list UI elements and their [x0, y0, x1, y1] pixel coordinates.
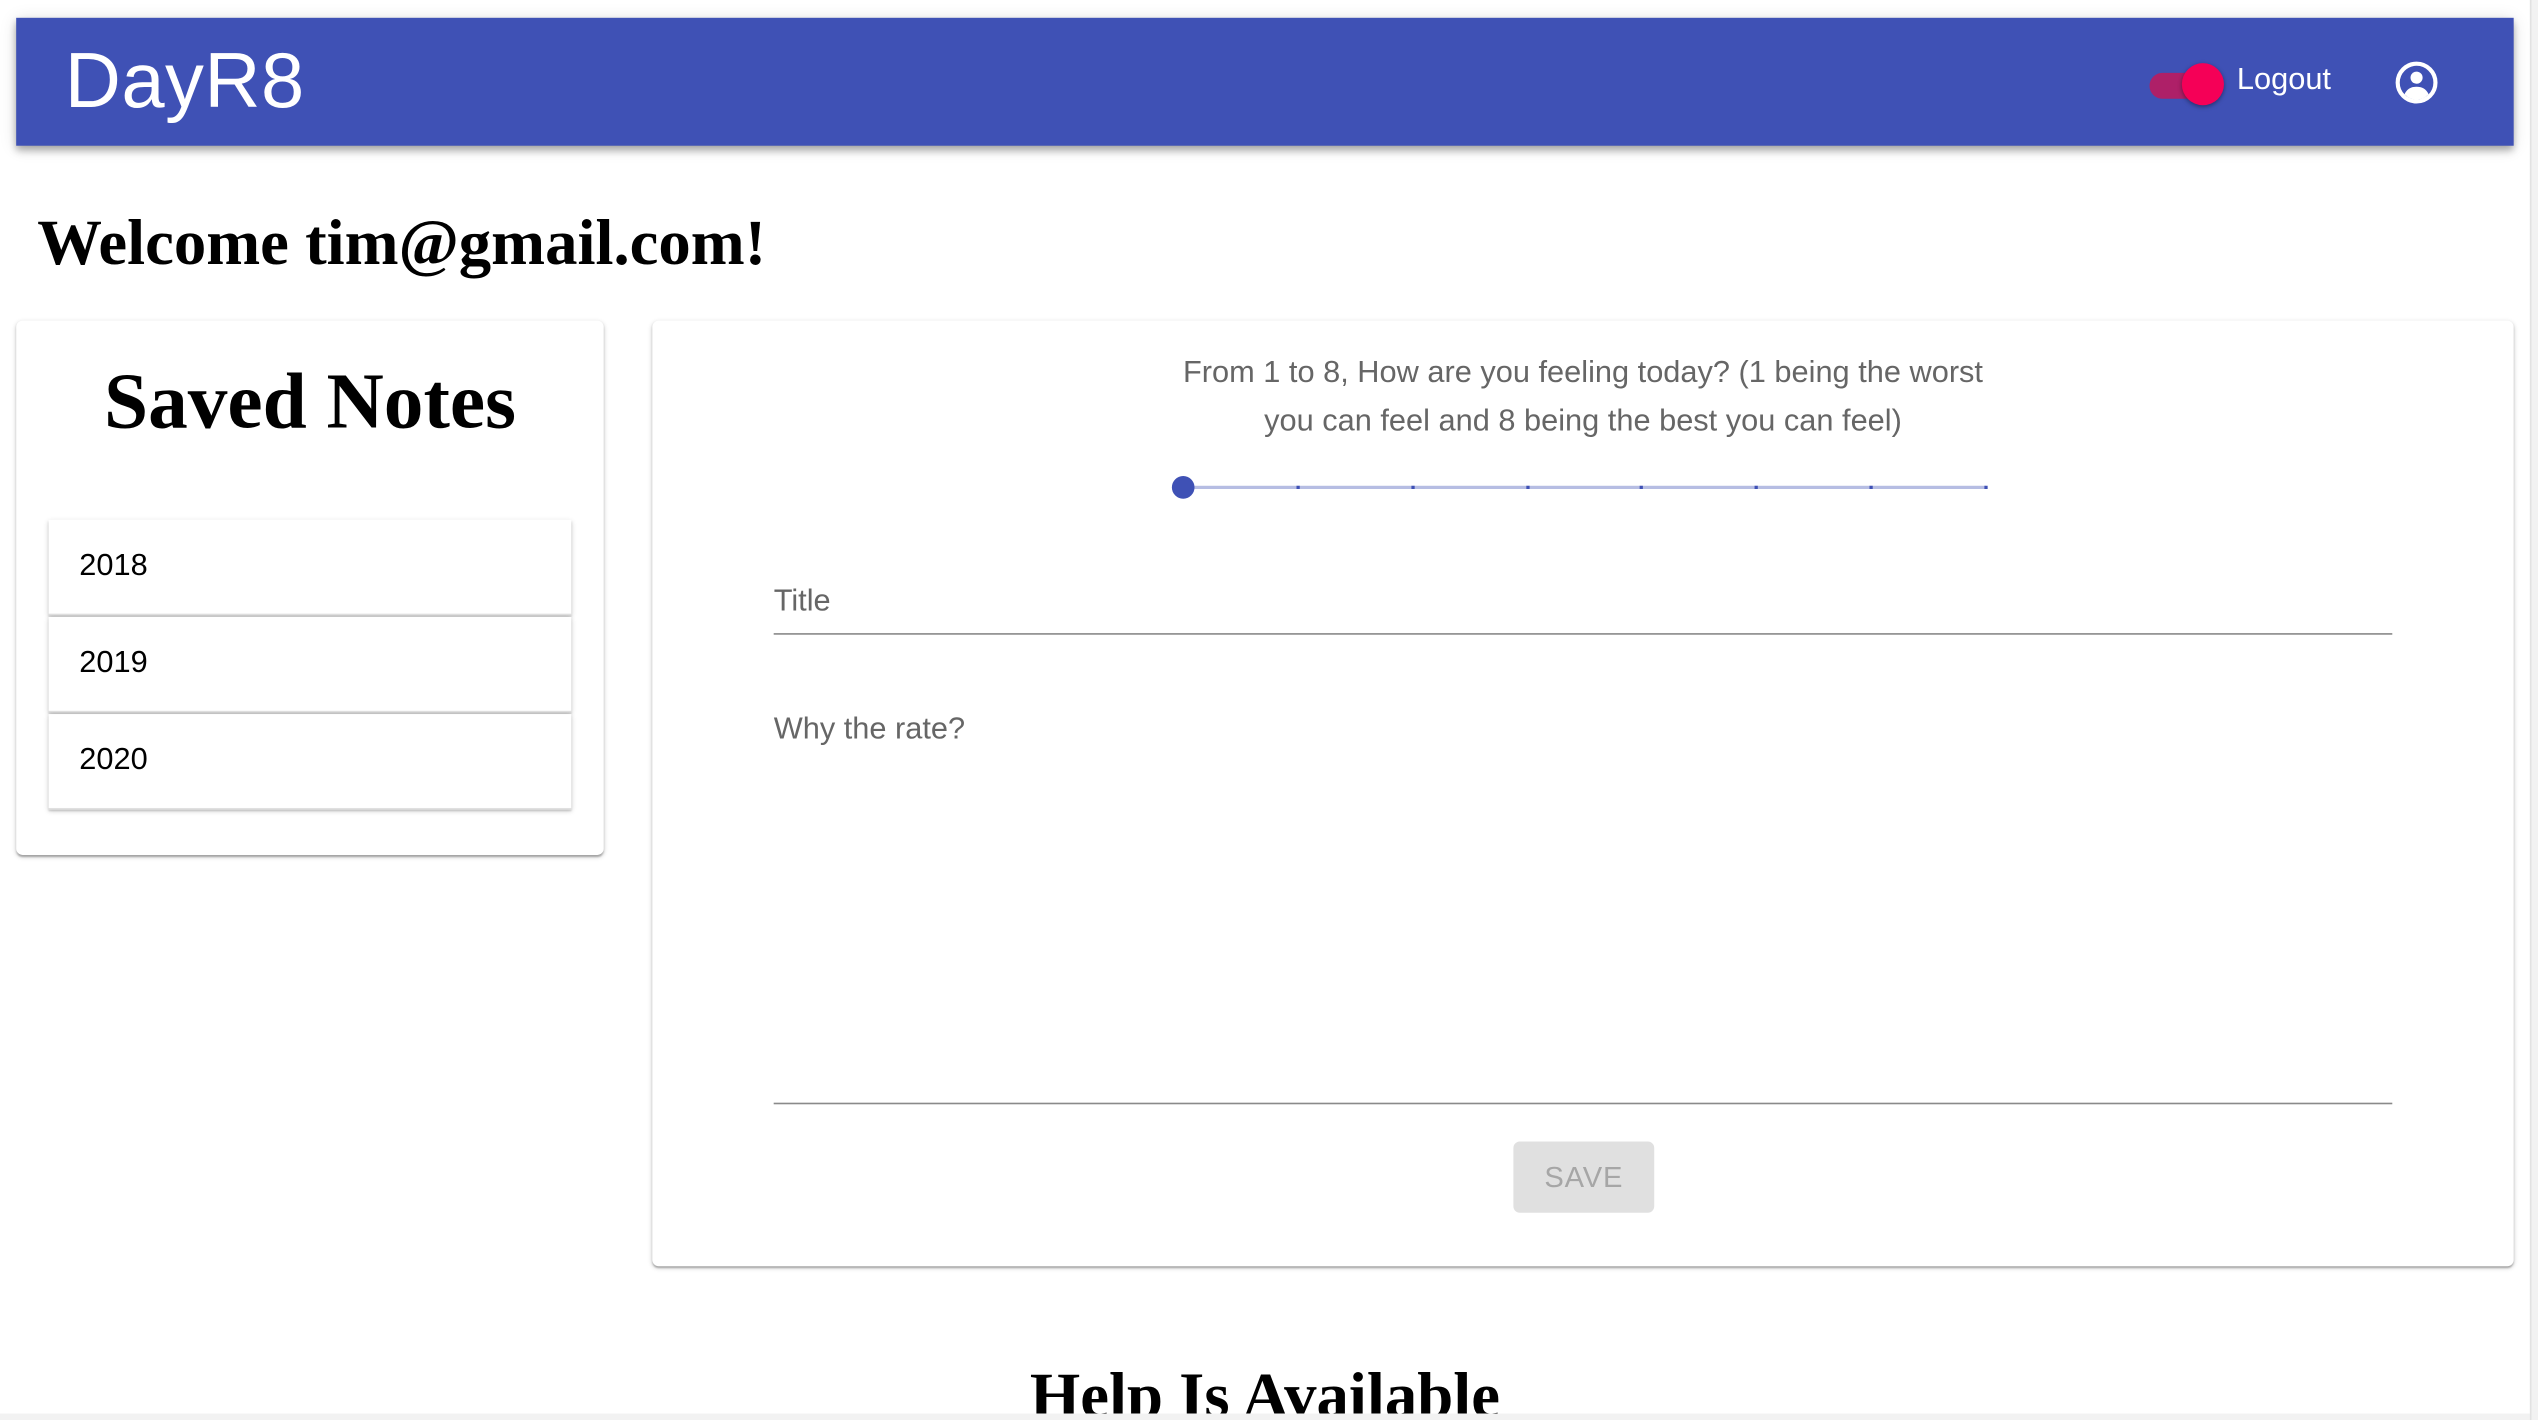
- year-label: 2019: [79, 646, 148, 681]
- slider-tick: [1640, 485, 1644, 489]
- slider-tick: [1755, 485, 1759, 489]
- slider-tick: [1525, 485, 1529, 489]
- rating-prompt: From 1 to 8, How are you feeling today? …: [1182, 356, 1983, 439]
- reason-placeholder: Why the rate?: [773, 712, 966, 747]
- account-circle-icon[interactable]: [2394, 60, 2439, 105]
- page-scrollbar[interactable]: [2529, 0, 2538, 1420]
- year-label: 2020: [79, 743, 148, 778]
- page-bottom-edge: [0, 1413, 2538, 1420]
- theme-toggle-switch[interactable]: [2146, 63, 2224, 106]
- slider-tick: [1296, 485, 1300, 489]
- app-bar: DayR8 Logout: [16, 17, 2514, 146]
- year-label: 2018: [79, 548, 148, 583]
- app-title: DayR8: [64, 38, 305, 125]
- welcome-heading: Welcome tim@gmail.com!: [37, 205, 767, 279]
- year-item-2018[interactable]: 2018: [48, 519, 572, 616]
- title-placeholder: Title: [773, 584, 831, 619]
- year-item-2020[interactable]: 2020: [48, 714, 572, 810]
- rating-slider[interactable]: [1170, 470, 1999, 506]
- logout-button[interactable]: Logout: [2237, 62, 2331, 101]
- year-list: 2018 2019 2020: [48, 519, 572, 811]
- page: DayR8 Logout Welcome tim@gmail.com! Save…: [0, 0, 2538, 1420]
- saved-notes-card: Saved Notes 2018 2019 2020: [16, 320, 604, 855]
- slider-tick: [1869, 485, 1873, 489]
- toggle-thumb: [2181, 63, 2224, 106]
- title-input[interactable]: Title: [773, 563, 2393, 635]
- reason-textarea[interactable]: Why the rate?: [773, 703, 2393, 1105]
- help-heading: Help Is Available: [1029, 1358, 1500, 1414]
- saved-notes-title: Saved Notes: [103, 356, 516, 446]
- slider-tick: [1410, 485, 1415, 489]
- slider-tick: [1984, 485, 1988, 489]
- save-button[interactable]: SAVE: [1513, 1141, 1655, 1213]
- slider-thumb[interactable]: [1171, 476, 1195, 499]
- year-item-2019[interactable]: 2019: [48, 616, 572, 713]
- slider-rail: [1183, 485, 1987, 489]
- entry-form-card: From 1 to 8, How are you feeling today? …: [652, 320, 2514, 1267]
